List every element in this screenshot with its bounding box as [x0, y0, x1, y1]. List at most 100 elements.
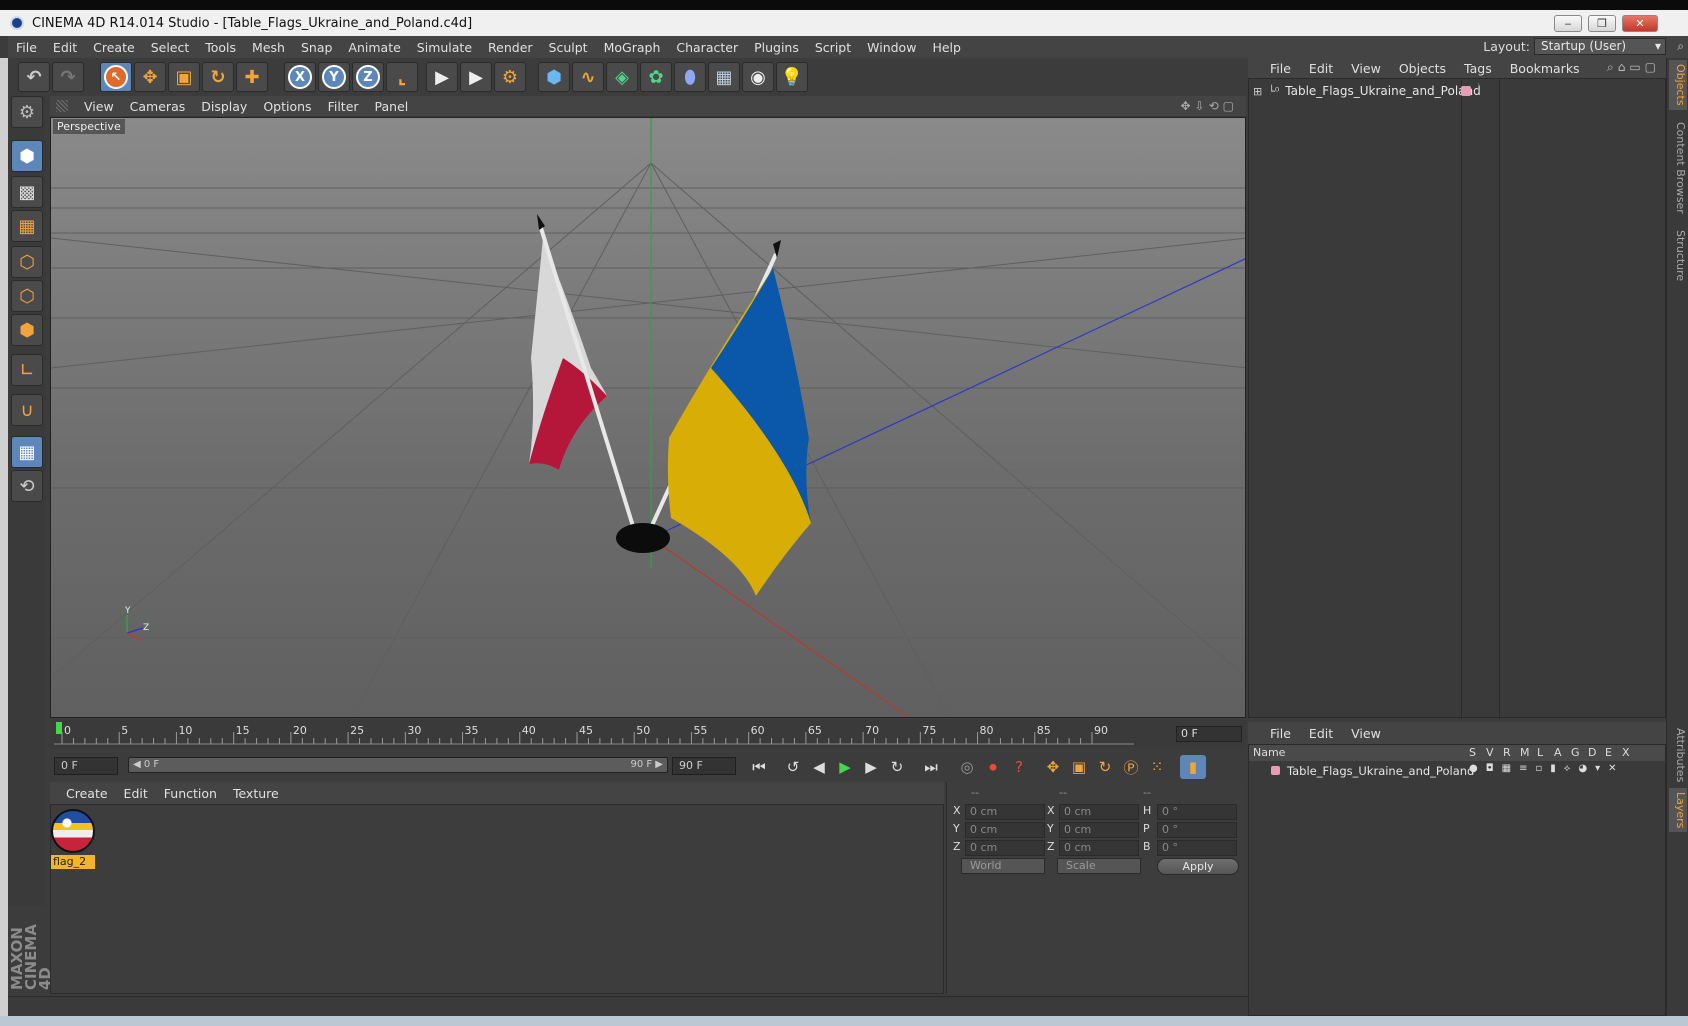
close-button[interactable]: ✕ — [1622, 15, 1658, 32]
render-settings-button[interactable]: ⚙ — [494, 62, 526, 92]
objects-menu-tags[interactable]: Tags — [1455, 61, 1501, 76]
play-button[interactable]: ▶ — [832, 755, 858, 779]
rotate-tool[interactable]: ↻ — [202, 62, 234, 92]
start-frame-field[interactable]: 0 F — [54, 757, 118, 775]
next-frame-button[interactable]: ▶ — [858, 755, 884, 779]
menu-animate[interactable]: Animate — [340, 40, 408, 55]
panel-grip-icon[interactable] — [56, 100, 68, 112]
position-x-field[interactable]: 0 cm — [965, 804, 1045, 820]
polygons-mode-icon[interactable]: ⬢ — [11, 314, 43, 346]
menu-mograph[interactable]: MoGraph — [596, 40, 669, 55]
tab-attributes[interactable]: Attributes — [1669, 724, 1687, 786]
model-mode-icon[interactable]: ⬢ — [11, 140, 43, 172]
deformer-button[interactable]: ⬮ — [674, 62, 706, 92]
goto-start-button[interactable]: ⏮ — [746, 755, 772, 779]
move-tool[interactable]: ✥ — [134, 62, 166, 92]
apply-button[interactable]: Apply — [1157, 858, 1239, 875]
viewport-menu-options[interactable]: Options — [255, 99, 319, 114]
last-tool-button[interactable]: ✚ — [236, 62, 268, 92]
layout-select[interactable]: Startup (User) ▾ — [1534, 38, 1666, 55]
tab-objects[interactable]: Objects — [1669, 60, 1687, 110]
viewport-menu-cameras[interactable]: Cameras — [122, 99, 194, 114]
previous-frame-button[interactable]: ◀ — [806, 755, 832, 779]
expand-icon[interactable]: ⊞ — [1253, 85, 1262, 98]
camera-button[interactable]: ◉ — [742, 62, 774, 92]
record-key-icon[interactable]: ⏺ — [980, 755, 1006, 779]
menu-render[interactable]: Render — [480, 40, 541, 55]
texture-mode-icon[interactable]: ▩ — [11, 176, 43, 208]
layers-menu-file[interactable]: File — [1248, 726, 1300, 741]
rotation-p-field[interactable]: 0 ° — [1157, 822, 1237, 838]
render-view-button[interactable]: ▶ — [426, 62, 458, 92]
menu-sculpt[interactable]: Sculpt — [541, 40, 596, 55]
objects-menu-bookmarks[interactable]: Bookmarks — [1501, 61, 1589, 76]
objects-menu-file[interactable]: File — [1248, 61, 1300, 76]
undo-button[interactable]: ↶ — [18, 62, 50, 92]
menu-plugins[interactable]: Plugins — [746, 40, 807, 55]
cube-object-button[interactable]: ⬢ — [538, 62, 570, 92]
size-z-field[interactable]: 0 cm — [1059, 840, 1139, 856]
make-editable-icon[interactable]: ⚙ — [11, 96, 43, 128]
workplane-icon[interactable]: ▦ — [11, 210, 43, 242]
menu-script[interactable]: Script — [807, 40, 859, 55]
tab-content-browser[interactable]: Content Browser — [1669, 118, 1687, 218]
size-y-field[interactable]: 0 cm — [1059, 822, 1139, 838]
menu-file[interactable]: File — [8, 40, 45, 55]
menu-edit[interactable]: Edit — [45, 40, 85, 55]
object-layer-chip[interactable] — [1461, 86, 1471, 96]
key-parameter-icon[interactable]: Ⓟ — [1118, 755, 1144, 779]
workplane-rotate-icon[interactable]: ⟲ — [11, 470, 43, 502]
edges-mode-icon[interactable]: ⬡ — [11, 280, 43, 312]
material-menu-edit[interactable]: Edit — [116, 786, 156, 801]
layers-menu-view[interactable]: View — [1342, 726, 1390, 741]
viewport-menu-filter[interactable]: Filter — [320, 99, 367, 114]
menu-snap[interactable]: Snap — [293, 40, 340, 55]
key-position-icon[interactable]: ✥ — [1040, 755, 1066, 779]
objects-menu-edit[interactable]: Edit — [1300, 61, 1342, 76]
previous-key-button[interactable]: ↺ — [780, 755, 806, 779]
object-manager-nav-icons[interactable]: ⌕⌂▭▢ — [1607, 60, 1660, 75]
key-pla-icon[interactable]: ⁙ — [1144, 755, 1170, 779]
rotation-h-field[interactable]: 0 ° — [1157, 804, 1237, 820]
menu-mesh[interactable]: Mesh — [244, 40, 293, 55]
menu-simulate[interactable]: Simulate — [409, 40, 480, 55]
object-row[interactable]: ⊞ └⁰ Table_Flags_Ukraine_and_Poland ⁚ — [1253, 83, 1481, 99]
layer-color-chip[interactable] — [1271, 766, 1280, 775]
coordinate-system-button[interactable]: ⌞ — [386, 62, 418, 92]
layers-menu-edit[interactable]: Edit — [1300, 726, 1342, 741]
playhead[interactable] — [56, 722, 62, 734]
floor-button[interactable]: ▦ — [708, 62, 740, 92]
transform-mode-select[interactable]: Scale — [1057, 858, 1141, 874]
position-z-field[interactable]: 0 cm — [965, 840, 1045, 856]
viewport-menu-display[interactable]: Display — [193, 99, 255, 114]
snap-magnet-icon[interactable]: ∪ — [11, 394, 43, 426]
menu-character[interactable]: Character — [668, 40, 746, 55]
end-frame-field[interactable]: 90 F — [672, 757, 736, 775]
nurbs-button[interactable]: ◈ — [606, 62, 638, 92]
spline-button[interactable]: ∿ — [572, 62, 604, 92]
scale-tool[interactable]: ▣ — [168, 62, 200, 92]
search-icon[interactable]: ⌕ — [1677, 39, 1684, 54]
menu-create[interactable]: Create — [85, 40, 143, 55]
autokey-help-icon[interactable]: ? — [1006, 755, 1032, 779]
axis-mode-icon[interactable]: ∟ — [11, 354, 43, 386]
array-button[interactable]: ✿ — [640, 62, 672, 92]
timeline-ruler[interactable]: 0 5 10 15 20 25 30 35 40 45 50 55 60 65 70 75 80 85 90 0 F — [50, 720, 1246, 748]
layer-flag-icons[interactable]: ●◘▦≡▫▮⟡◕▾✕ — [1469, 763, 1624, 774]
render-picture-viewer-button[interactable]: ▶ — [460, 62, 492, 92]
next-key-button[interactable]: ↻ — [884, 755, 910, 779]
viewport-menu-view[interactable]: View — [76, 99, 122, 114]
object-visibility-dots[interactable]: ⁚ — [1477, 83, 1480, 93]
viewport-menu-panel[interactable]: Panel — [367, 99, 417, 114]
layer-row[interactable]: Table_Flags_Ukraine_and_Poland ●◘▦≡▫▮⟡◕▾… — [1249, 763, 1665, 779]
light-button[interactable]: 💡 — [776, 62, 808, 92]
axis-x-toggle[interactable]: X — [284, 62, 316, 92]
coordinate-mode-select[interactable]: World — [961, 858, 1045, 874]
minimize-button[interactable]: ‒ — [1554, 15, 1582, 32]
key-rotation-icon[interactable]: ↻ — [1092, 755, 1118, 779]
menu-window[interactable]: Window — [859, 40, 924, 55]
points-mode-icon[interactable]: ⬡ — [11, 246, 43, 278]
axis-y-toggle[interactable]: Y — [318, 62, 350, 92]
axis-z-toggle[interactable]: Z — [352, 62, 384, 92]
menu-help[interactable]: Help — [924, 40, 969, 55]
